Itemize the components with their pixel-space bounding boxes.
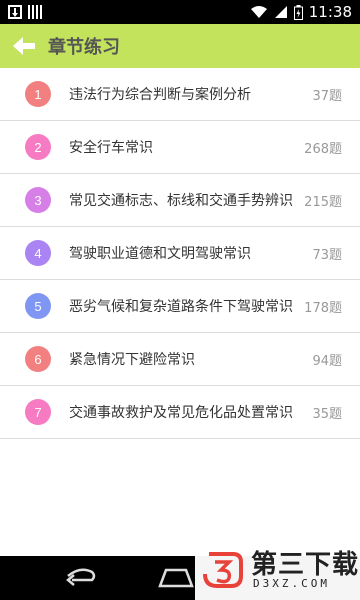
chapter-question-count: 37题 [312, 88, 342, 104]
chapter-title: 安全行车常识 [69, 140, 153, 156]
chapter-number-badge: 1 [25, 81, 51, 107]
chapter-row[interactable]: 4 驾驶职业道德和文明驾驶常识 73题 [0, 227, 360, 280]
status-time: 11:38 [308, 3, 352, 21]
chapter-title: 紧急情况下避险常识 [69, 352, 195, 368]
chapter-row[interactable]: 6 紧急情况下避险常识 94题 [0, 333, 360, 386]
chapter-number-badge: 7 [25, 399, 51, 425]
chapter-question-count: 35题 [312, 406, 342, 422]
signal-icon [274, 6, 287, 18]
barcode-icon [28, 5, 42, 19]
chapter-title: 交通事故救护及常见危化品处置常识 [69, 405, 293, 421]
chapter-question-count: 268题 [304, 141, 342, 157]
chapter-question-count: 94题 [312, 353, 342, 369]
chapter-question-count: 73题 [312, 247, 342, 263]
back-arrow-icon[interactable] [10, 32, 38, 60]
nav-back-icon[interactable] [60, 564, 100, 588]
chapter-title: 违法行为综合判断与案例分析 [69, 87, 251, 103]
chapter-question-count: 215题 [304, 194, 342, 210]
app-bar: 章节练习 [0, 24, 360, 68]
nav-home-icon[interactable] [158, 566, 194, 588]
chapter-number-badge: 5 [25, 293, 51, 319]
chapter-row[interactable]: 5 恶劣气候和复杂道路条件下驾驶常识 178题 [0, 280, 360, 333]
watermark-text: 第三下载 [251, 550, 360, 580]
chapter-row[interactable]: 3 常见交通标志、标线和交通手势辨识 215题 [0, 174, 360, 227]
chapter-title: 驾驶职业道德和文明驾驶常识 [69, 246, 251, 262]
chapter-list: 1 违法行为综合判断与案例分析 37题 2 安全行车常识 268题 3 常见交通… [0, 68, 360, 439]
chapter-row[interactable]: 1 违法行为综合判断与案例分析 37题 [0, 68, 360, 121]
chapter-question-count: 178题 [304, 300, 342, 316]
chapter-number-badge: 2 [25, 134, 51, 160]
chapter-row[interactable]: 7 交通事故救护及常见危化品处置常识 35题 [0, 386, 360, 439]
chapter-number-badge: 3 [25, 187, 51, 213]
page-title: 章节练习 [48, 37, 120, 58]
status-bar: 11:38 [0, 0, 360, 24]
watermark: 第三下载 D3XZ.COM [195, 540, 360, 600]
chapter-row[interactable]: 2 安全行车常识 268题 [0, 121, 360, 174]
wifi-icon [250, 6, 267, 18]
chapter-title: 恶劣气候和复杂道路条件下驾驶常识 [69, 299, 293, 315]
chapter-title: 常见交通标志、标线和交通手势辨识 [69, 193, 293, 209]
chapter-number-badge: 6 [25, 346, 51, 372]
watermark-logo-icon [203, 546, 243, 590]
battery-icon [293, 4, 303, 20]
chapter-number-badge: 4 [25, 240, 51, 266]
download-icon [8, 5, 22, 19]
watermark-url: D3XZ.COM [253, 577, 330, 590]
